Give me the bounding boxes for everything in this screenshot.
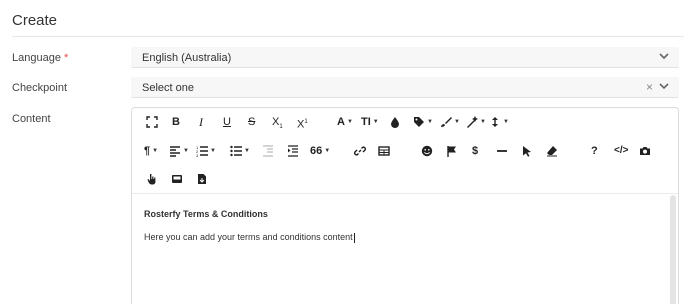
hand-icon[interactable] [144,172,160,186]
caret-down-icon: ▼ [346,119,353,126]
link-icon[interactable] [352,144,368,158]
line-height-icon[interactable]: ▼ [489,115,509,129]
file-icon[interactable] [194,172,210,186]
cursor-icon[interactable] [519,144,535,158]
brush-icon[interactable]: ▼ [438,115,462,129]
superscript-mark: 1 [304,119,308,125]
caret-down-icon: ▼ [324,148,331,155]
text-cursor [353,232,355,243]
paragraph-glyph: ¶ [144,145,151,157]
required-marker: * [63,52,69,64]
rich-text-editor: B I U S X1 X1 A ▼ TI ▼ ▼ ▼ ▼ ▼ ¶ ▼ ▼ 1 2 3 ▼ [131,107,679,304]
caret-down-icon: ▼ [372,119,379,126]
language-select[interactable]: English (Australia) [131,47,679,68]
subscript-mark: 1 [279,124,283,131]
checkpoint-label: Checkpoint [12,82,68,94]
checkpoint-select[interactable]: Select one × [131,77,679,98]
font-size-button[interactable]: TI ▼ [361,115,379,129]
help-button[interactable]: ? [591,144,598,158]
code-view-button[interactable]: </> [614,144,628,158]
paragraph-format-button[interactable]: ¶ ▼ [144,144,158,158]
strikethrough-button[interactable]: S [248,115,255,129]
font-size-glyph: TI [361,116,371,128]
emoji-icon[interactable] [419,144,435,158]
outdent-icon[interactable] [260,144,276,158]
unordered-list-icon[interactable]: ▼ [228,144,252,158]
subscript-button[interactable]: X1 [272,115,283,131]
superscript-button[interactable]: X1 [297,115,308,131]
underline-button[interactable]: U [223,115,231,129]
camera-icon[interactable] [637,144,653,158]
editor-content-area[interactable]: Rosterfy Terms & Conditions Here you can… [132,195,678,304]
caret-down-icon: ▼ [152,148,159,155]
svg-text:3: 3 [196,153,199,157]
clear-icon[interactable]: × [646,81,653,93]
magic-icon[interactable]: ▼ [464,115,488,129]
horizontal-rule-icon[interactable] [494,144,510,158]
title-divider [12,36,684,37]
flag-icon[interactable] [444,144,460,158]
droplet-icon[interactable] [387,115,403,129]
editor-scrollbar[interactable] [670,195,676,304]
content-label: Content [12,113,51,125]
table-icon[interactable] [376,144,392,158]
special-character-button[interactable]: $ [472,144,478,158]
page-title: Create [12,12,58,29]
ordered-list-icon[interactable]: 1 2 3 ▼ [194,144,218,158]
editor-toolbar: B I U S X1 X1 A ▼ TI ▼ ▼ ▼ ▼ ▼ ¶ ▼ ▼ 1 2 3 ▼ [132,108,678,194]
eraser-icon[interactable] [544,144,560,158]
font-family-button[interactable]: A ▼ [337,115,353,129]
content-heading: Rosterfy Terms & Conditions [144,209,268,219]
checkpoint-value: Select one [142,82,194,94]
content-body: Here you can add your terms and conditio… [144,232,355,243]
chevron-down-icon[interactable] [657,49,671,63]
content-body-text: Here you can add your terms and conditio… [144,232,353,242]
quote-button[interactable]: 66 ▼ [310,144,330,158]
language-label: Language * [12,52,68,64]
chevron-down-icon[interactable] [657,79,671,93]
language-label-text: Language [12,52,61,64]
font-glyph: A [337,116,345,128]
align-icon[interactable]: ▼ [168,144,190,158]
video-icon[interactable] [169,172,185,186]
language-value: English (Australia) [142,52,232,64]
indent-icon[interactable] [285,144,301,158]
italic-button[interactable]: I [199,115,203,129]
fullscreen-icon[interactable] [144,115,160,129]
tag-icon[interactable]: ▼ [411,115,435,129]
bold-button[interactable]: B [172,115,180,129]
quote-glyph: 66 [310,145,323,157]
